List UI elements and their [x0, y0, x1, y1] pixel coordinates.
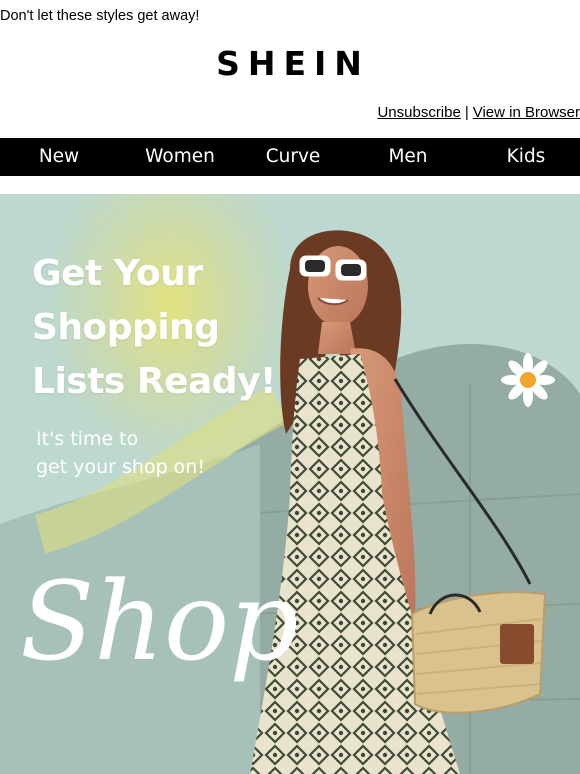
hero-subtext-line-1: It's time to	[36, 428, 139, 450]
category-nav: New Women Curve Men Kids	[0, 138, 580, 176]
unsubscribe-link[interactable]: Unsubscribe	[377, 104, 460, 121]
hero-headline-line-2: Shopping	[32, 307, 220, 348]
hero-banner[interactable]: Get Your Shopping Lists Ready! It's time…	[0, 194, 580, 774]
hero-headline-line-1: Get Your	[32, 253, 203, 294]
nav-item-women[interactable]: Women	[118, 138, 242, 176]
script-shop-text: Shop	[20, 558, 299, 685]
nav-item-men[interactable]: Men	[344, 138, 472, 176]
hero-subtext-line-2: get your shop on!	[36, 456, 205, 478]
preheader-text: Don't let these styles get away!	[0, 8, 200, 24]
hero-headline-line-3: Lists Ready!	[32, 361, 276, 402]
script-shop-word: Shop	[20, 558, 299, 685]
shein-logo[interactable]: SHEIN	[0, 44, 580, 84]
view-in-browser-link[interactable]: View in Browser	[473, 104, 580, 121]
header-links: Unsubscribe | View in Browser	[377, 103, 580, 123]
nav-item-curve[interactable]: Curve	[242, 138, 344, 176]
link-separator: |	[464, 104, 469, 121]
nav-item-kids[interactable]: Kids	[472, 138, 580, 176]
nav-item-new[interactable]: New	[0, 138, 118, 176]
